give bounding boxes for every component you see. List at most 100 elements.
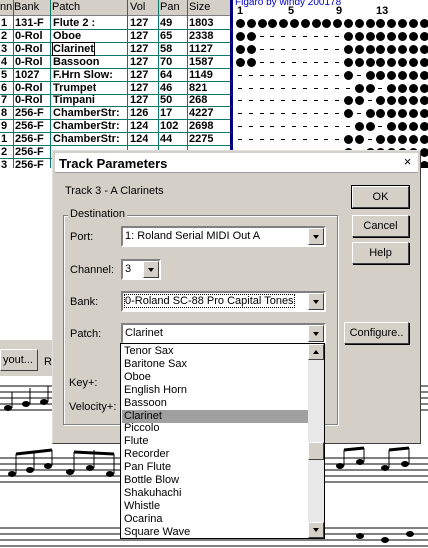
grid-cell[interactable] <box>332 121 342 133</box>
ok-button[interactable]: OK <box>351 185 410 209</box>
grid-cell[interactable] <box>246 70 256 82</box>
grid-cell[interactable] <box>289 70 299 82</box>
grid-cell[interactable] <box>419 83 428 95</box>
table-row[interactable]: 5 1027 F.Hrn Slow: 127 64 1149 <box>0 69 230 82</box>
grid-cell[interactable] <box>343 83 353 95</box>
grid-cell[interactable] <box>365 18 375 30</box>
configure-button[interactable]: Configure.. <box>344 322 409 344</box>
grid-cell[interactable] <box>354 31 364 43</box>
grid-cell[interactable] <box>235 83 245 95</box>
help-button[interactable]: Help <box>352 242 409 264</box>
layout-button[interactable]: yout... <box>0 349 38 371</box>
grid-cell[interactable] <box>408 18 418 30</box>
cancel-button[interactable]: Cancel <box>352 215 409 237</box>
grid-cell[interactable] <box>343 70 353 82</box>
table-row[interactable]: 8 256-F ChamberStr: 126 17 4227 <box>0 107 230 121</box>
grid-cell[interactable] <box>375 121 385 133</box>
grid-cell[interactable] <box>354 134 364 146</box>
grid-cell[interactable] <box>267 57 277 69</box>
dialog-titlebar[interactable]: Track Parameters × <box>55 153 418 173</box>
grid-cell[interactable] <box>343 31 353 43</box>
grid-cell[interactable] <box>311 121 321 133</box>
grid-cell[interactable] <box>408 44 418 56</box>
table-row[interactable]: 6 0-Rol Trumpet 127 46 821 <box>0 82 230 95</box>
grid-cell[interactable] <box>246 31 256 43</box>
grid-cell[interactable] <box>419 44 428 56</box>
table-row[interactable]: 1 256-F ChamberStr: 124 44 2275 <box>0 133 230 147</box>
grid-cell[interactable] <box>375 83 385 95</box>
grid-cell[interactable] <box>300 57 310 69</box>
patch-list-item[interactable]: Clarinet <box>122 409 308 423</box>
grid-cell[interactable] <box>257 83 267 95</box>
grid-cell[interactable] <box>375 57 386 69</box>
grid-cell[interactable] <box>397 134 407 146</box>
grid-cell[interactable] <box>235 57 245 69</box>
grid-cell[interactable] <box>246 44 256 56</box>
grid-cell[interactable] <box>246 108 256 120</box>
grid-cell[interactable] <box>235 44 245 56</box>
header-bank[interactable]: Bank <box>14 1 39 13</box>
grid-cell[interactable] <box>386 18 397 30</box>
grid-cell[interactable] <box>397 70 407 82</box>
grid-cell[interactable] <box>343 95 353 107</box>
grid-cell[interactable] <box>332 83 342 95</box>
grid-cell[interactable] <box>386 134 397 146</box>
grid-cell[interactable] <box>311 44 321 56</box>
grid-cell[interactable] <box>289 57 299 69</box>
grid-cell[interactable] <box>321 57 331 69</box>
patch-list-item[interactable]: Baritone Sax <box>122 358 308 371</box>
grid-cell[interactable] <box>354 108 364 120</box>
grid-cell[interactable] <box>419 31 428 43</box>
grid-cell[interactable] <box>419 134 428 146</box>
grid-cell[interactable] <box>365 121 375 133</box>
grid-cell[interactable] <box>408 95 418 107</box>
patch-list-item[interactable]: Flute <box>122 435 308 448</box>
grid-cell[interactable] <box>257 31 267 43</box>
grid-cell[interactable] <box>408 83 418 95</box>
grid-cell[interactable] <box>278 70 288 82</box>
grid-cell[interactable] <box>311 108 321 120</box>
grid-cell[interactable] <box>311 83 321 95</box>
grid-cell[interactable] <box>321 95 331 107</box>
close-icon[interactable]: × <box>399 154 416 171</box>
grid-cell[interactable] <box>257 134 267 146</box>
header-size[interactable]: Size <box>189 1 210 13</box>
grid-cell[interactable] <box>267 70 277 82</box>
table-row[interactable]: 9 256-F ChamberStr: 124 102 2698 <box>0 120 230 134</box>
grid-cell[interactable] <box>235 31 245 43</box>
grid-cell[interactable] <box>375 31 386 43</box>
grid-cell[interactable] <box>375 108 386 120</box>
grid-cell[interactable] <box>300 44 310 56</box>
patch-list-item[interactable]: Bassoon <box>122 397 308 410</box>
grid-cell[interactable] <box>257 108 267 120</box>
grid-cell[interactable] <box>246 134 256 146</box>
chevron-down-icon[interactable] <box>308 293 324 310</box>
grid-cell[interactable] <box>289 31 299 43</box>
grid-cell[interactable] <box>386 57 397 69</box>
grid-cell[interactable] <box>311 31 321 43</box>
grid-cell[interactable] <box>289 134 299 146</box>
patch-list-item[interactable]: Piccolo <box>122 422 308 435</box>
grid-cell[interactable] <box>419 121 428 133</box>
grid-cell[interactable] <box>267 18 278 30</box>
grid-cell[interactable] <box>311 134 321 146</box>
grid-cell[interactable] <box>343 108 353 120</box>
grid-cell[interactable] <box>278 134 288 146</box>
grid-cell[interactable] <box>343 134 353 146</box>
grid-cell[interactable] <box>375 44 386 56</box>
grid-cell[interactable] <box>311 70 321 82</box>
grid-cell[interactable] <box>397 108 407 120</box>
grid-cell[interactable] <box>321 121 331 133</box>
table-row[interactable]: 2 0-Rol Oboe 127 65 2338 <box>0 30 230 43</box>
grid-cell[interactable] <box>235 108 245 120</box>
grid-cell[interactable] <box>321 44 331 56</box>
grid-cell[interactable] <box>332 31 342 43</box>
table-row[interactable]: 1 131-F Flute 2 : 127 49 1803 <box>0 17 230 30</box>
header-patch[interactable]: Patch <box>52 1 80 13</box>
grid-cell[interactable] <box>311 18 321 30</box>
grid-cell[interactable] <box>354 57 364 69</box>
grid-cell[interactable] <box>278 57 288 69</box>
grid-cell[interactable] <box>332 44 342 56</box>
grid-cell[interactable] <box>365 31 375 43</box>
grid-cell[interactable] <box>235 18 245 30</box>
